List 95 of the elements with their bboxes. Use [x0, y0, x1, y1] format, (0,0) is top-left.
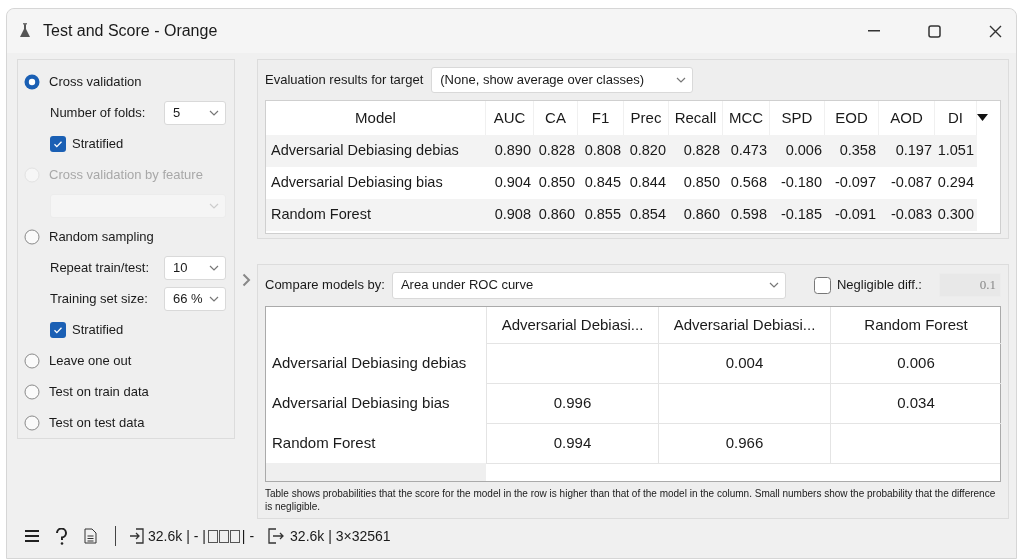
table-cell-text: -0.087: [889, 173, 933, 193]
checkbox-label: Negligible diff.:: [836, 276, 922, 295]
checkbox-label: Stratified: [72, 320, 124, 339]
option-label: Random sampling: [49, 227, 154, 246]
checkbox[interactable]: [50, 135, 66, 152]
radio-button[interactable]: [24, 383, 40, 400]
table-cell-text: 0.568: [729, 173, 768, 193]
maximize-icon[interactable]: [928, 24, 941, 38]
table-cell-text: 0.850: [682, 173, 721, 193]
menu-icon[interactable]: [25, 529, 39, 543]
option-label: Test on train data: [49, 382, 149, 401]
table-cell-text: 0.473: [729, 141, 768, 161]
table-cell-text: 0.844: [628, 173, 667, 193]
table-cell-text: -0.083: [889, 205, 933, 225]
field-label: Compare models by:: [265, 276, 385, 295]
table-cell-text: 0.854: [628, 205, 667, 225]
close-icon[interactable]: [989, 24, 1002, 38]
table-cell-text: 0.860: [682, 205, 721, 225]
column-header[interactable]: Adversarial Debiasi...: [658, 307, 830, 343]
table-cell-text: -0.180: [779, 173, 823, 193]
table-cell-text: 0.850: [537, 173, 576, 193]
table-cell-text: 0.006: [784, 141, 823, 161]
table-cell-text: Adversarial Debiasing debias: [270, 141, 460, 161]
row-header: Random Forest: [271, 432, 377, 453]
dropdown[interactable]: 10: [164, 255, 226, 280]
table-cell-text: Random Forest: [270, 205, 372, 225]
output-icon: [268, 528, 285, 544]
dropdown[interactable]: 66 %: [164, 286, 226, 311]
table-cell: 0.996: [486, 383, 658, 423]
document-icon[interactable]: [84, 528, 97, 544]
table-cell-text: 0.855: [583, 205, 622, 225]
table-cell-text: 0.845: [583, 173, 622, 193]
column-header[interactable]: Random Forest: [830, 307, 1001, 343]
caret-icon: [209, 109, 219, 116]
radio-button[interactable]: [24, 352, 40, 369]
table-cell-text: 0.820: [628, 141, 667, 161]
table-cell: 0.006: [830, 343, 1001, 383]
sort-menu-icon[interactable]: [977, 114, 988, 121]
table-cell-text: -0.091: [833, 205, 877, 225]
table-cell-text: 0.828: [537, 141, 576, 161]
table-cell-text: 0.890: [493, 141, 532, 161]
caret-icon: [209, 264, 219, 271]
option-label: Test on test data: [49, 413, 145, 432]
table-cell-text: 0.808: [583, 141, 622, 161]
table-cell: 0.004: [658, 343, 830, 383]
table-cell-text: -0.097: [833, 173, 877, 193]
row-header: Adversarial Debiasing bias: [271, 392, 451, 413]
minimize-icon[interactable]: [868, 30, 880, 32]
table-cell-text: 0.904: [493, 173, 532, 193]
chevron-right-icon[interactable]: [241, 272, 251, 287]
input-icon: [130, 528, 144, 544]
table-cell-text: 0.197: [894, 141, 933, 161]
caret-icon: [768, 282, 779, 288]
table-cell: 0.034: [830, 383, 1001, 423]
checkbox[interactable]: [50, 321, 66, 338]
radio-button[interactable]: [24, 228, 40, 245]
missing-glyph-icon: [207, 529, 240, 543]
help-icon[interactable]: [55, 527, 68, 545]
table-cell-text: 0.358: [838, 141, 877, 161]
caret-icon: [209, 295, 219, 302]
table-cell-text: 0.828: [682, 141, 721, 161]
caret-icon: [209, 202, 219, 209]
table-cell-text: 0.908: [493, 205, 532, 225]
option-label: Cross validation: [49, 72, 142, 91]
window-title: Test and Score - Orange: [43, 21, 218, 41]
table-cell-text: 0.860: [537, 205, 576, 225]
field-label: Evaluation results for target: [265, 71, 424, 90]
row-header: Adversarial Debiasing debias: [271, 352, 468, 373]
radio-button[interactable]: [24, 414, 40, 431]
field-label: Number of folds:: [50, 103, 146, 122]
caret-icon: [676, 77, 687, 83]
column-header[interactable]: Adversarial Debiasi...: [486, 307, 658, 343]
output-summary: 32.6k | 3×32561: [290, 526, 391, 546]
field-label: Training set size:: [50, 289, 148, 308]
option-label: Cross validation by feature: [49, 165, 203, 184]
table-cell-text: 1.051: [936, 141, 975, 161]
dropdown[interactable]: Area under ROC curve: [391, 271, 786, 299]
table-cell-text: 0.294: [936, 173, 975, 193]
checkbox-label: Stratified: [72, 134, 124, 153]
dropdown[interactable]: 5: [164, 100, 226, 125]
dropdown[interactable]: (None, show average over classes): [431, 67, 694, 93]
table-cell: 0.966: [658, 423, 830, 463]
table-cell-text: Adversarial Debiasing bias: [270, 173, 444, 193]
checkbox[interactable]: [813, 276, 831, 294]
flask-icon: [19, 23, 31, 39]
input-summary: | -: [241, 526, 255, 546]
radio-button[interactable]: [24, 73, 40, 90]
table-cell: 0.994: [486, 423, 658, 463]
option-label: Leave one out: [49, 351, 132, 370]
table-cell-text: -0.185: [779, 205, 823, 225]
field-label: Repeat train/test:: [50, 258, 149, 277]
note-text: Table shows probabilities that the score for the model in the row is higher than that of the model in the column. Small numbers show the probability that the difference is negligible.: [265, 487, 997, 513]
table-cell-text: 0.300: [936, 205, 975, 225]
table-cell-text: 0.598: [729, 205, 768, 225]
input-summary: 32.6k | - |: [148, 526, 206, 546]
